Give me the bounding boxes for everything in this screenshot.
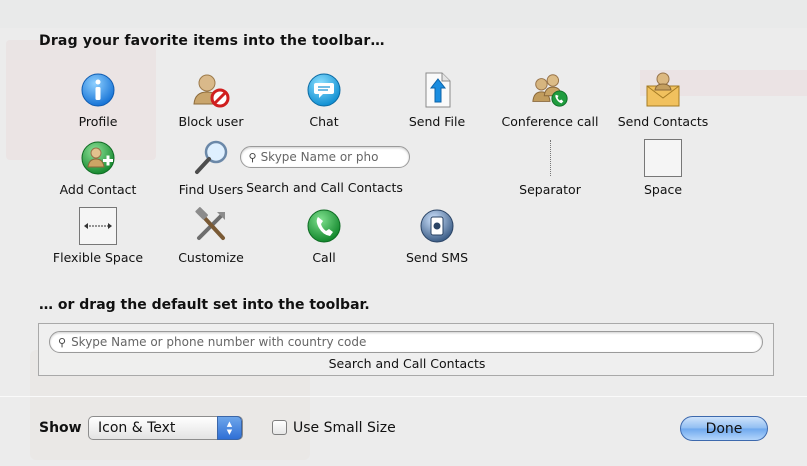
- space-icon: [643, 138, 683, 178]
- item-label: Flexible Space: [52, 250, 144, 265]
- show-select[interactable]: Icon & Text ▲ ▼: [88, 416, 243, 440]
- info-icon: [78, 70, 118, 110]
- item-label: Send SMS: [405, 250, 469, 265]
- conference-call-icon: [530, 70, 570, 110]
- sms-icon: [417, 206, 457, 246]
- tools-icon: [191, 206, 231, 246]
- show-label: Show: [39, 420, 82, 436]
- item-label: Chat: [309, 114, 339, 129]
- show-select-value: Icon & Text: [98, 420, 176, 436]
- item-label: Customize: [178, 250, 244, 265]
- separator-icon: [530, 138, 570, 178]
- toolbar-item-space[interactable]: Space: [603, 138, 723, 202]
- search-icon: ⚲: [248, 150, 257, 164]
- toolbar-item-call[interactable]: Call: [264, 206, 384, 270]
- item-label: Block user: [178, 114, 244, 129]
- toolbar-item-flexible-space[interactable]: Flexible Space: [38, 206, 158, 270]
- call-icon: [304, 206, 344, 246]
- customize-toolbar-sheet: Drag your favorite items into the toolba…: [0, 0, 807, 466]
- toolbar-item-send-sms[interactable]: Send SMS: [377, 206, 497, 270]
- use-small-size-checkbox[interactable]: [272, 420, 287, 435]
- toolbar-item-customize[interactable]: Customize: [151, 206, 271, 270]
- add-contact-icon: [78, 138, 118, 178]
- toolbar-item-send-file[interactable]: Send File: [377, 70, 497, 134]
- search-placeholder: Skype Name or pho: [260, 150, 379, 164]
- footer-divider: [0, 396, 807, 397]
- default-set-title: … or drag the default set into the toolb…: [39, 297, 370, 313]
- item-label: Space: [643, 182, 683, 197]
- default-search-placeholder: Skype Name or phone number with country …: [71, 335, 367, 349]
- block-user-icon: [191, 70, 231, 110]
- default-search-field: ⚲ Skype Name or phone number with countr…: [49, 331, 763, 353]
- default-set-label: Search and Call Contacts: [328, 356, 486, 371]
- toolbar-item-conference-call[interactable]: Conference call: [490, 70, 610, 134]
- search-icon: ⚲: [58, 335, 67, 349]
- sheet-title: Drag your favorite items into the toolba…: [39, 33, 385, 49]
- item-label: Profile: [78, 114, 118, 129]
- search-field-preview: ⚲ Skype Name or pho: [239, 146, 410, 168]
- item-label: Separator: [519, 182, 581, 197]
- default-set-well[interactable]: ⚲ Skype Name or phone number with countr…: [38, 323, 774, 376]
- toolbar-item-send-contacts[interactable]: Send Contacts: [603, 70, 723, 134]
- toolbar-item-chat[interactable]: Chat: [264, 70, 384, 134]
- toolbar-item-separator[interactable]: Separator: [490, 138, 610, 202]
- item-label: Send File: [408, 114, 466, 129]
- item-label: Add Contact: [59, 182, 137, 197]
- toolbar-items-grid: Profile Block user Chat Send File Confer…: [38, 70, 718, 280]
- send-file-icon: [417, 70, 457, 110]
- chat-icon: [304, 70, 344, 110]
- send-contacts-icon: [643, 70, 683, 110]
- toolbar-item-search-and-call[interactable]: ⚲ Skype Name or pho Search and Call Cont…: [211, 138, 438, 202]
- use-small-size-label[interactable]: Use Small Size: [293, 420, 396, 436]
- item-label: Conference call: [501, 114, 599, 129]
- item-label: Send Contacts: [617, 114, 709, 129]
- item-label: Search and Call Contacts: [246, 180, 403, 195]
- done-button[interactable]: Done: [680, 416, 768, 441]
- toolbar-item-block-user[interactable]: Block user: [151, 70, 271, 134]
- item-label: Call: [312, 250, 336, 265]
- flexible-space-icon: [78, 206, 118, 246]
- chevron-updown-icon: ▲ ▼: [217, 416, 242, 440]
- toolbar-item-add-contact[interactable]: Add Contact: [38, 138, 158, 202]
- toolbar-item-profile[interactable]: Profile: [38, 70, 158, 134]
